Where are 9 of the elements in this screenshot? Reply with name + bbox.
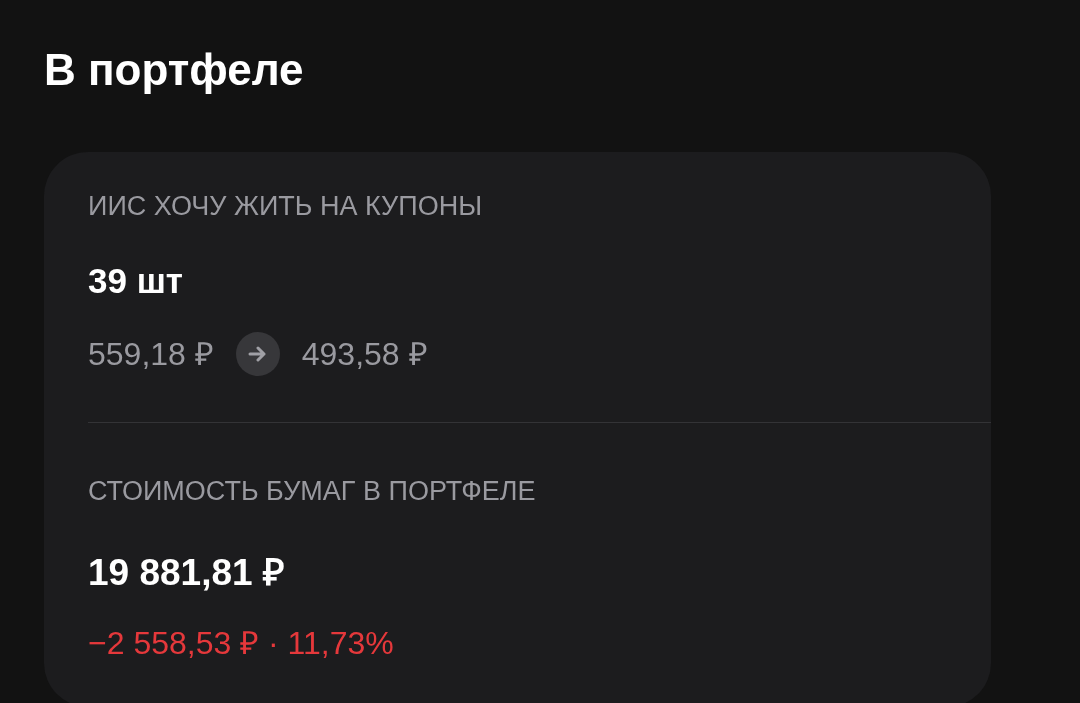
quantity: 39 шт xyxy=(88,260,183,302)
change-amount: −2 558,53 ₽ · 11,73% xyxy=(88,624,394,663)
current-price: 493,58 ₽ xyxy=(301,335,428,374)
holdings-label: СТОИМОСТЬ БУМАГ В ПОРТФЕЛЕ xyxy=(88,475,536,507)
holdings-value: 19 881,81 ₽ xyxy=(88,551,285,595)
page-title: В портфеле xyxy=(44,44,305,96)
arrow-right-icon xyxy=(235,332,280,376)
purchase-price: 559,18 ₽ xyxy=(88,335,214,374)
account-name: ИИС ХОЧУ ЖИТЬ НА КУПОНЫ xyxy=(88,190,483,222)
